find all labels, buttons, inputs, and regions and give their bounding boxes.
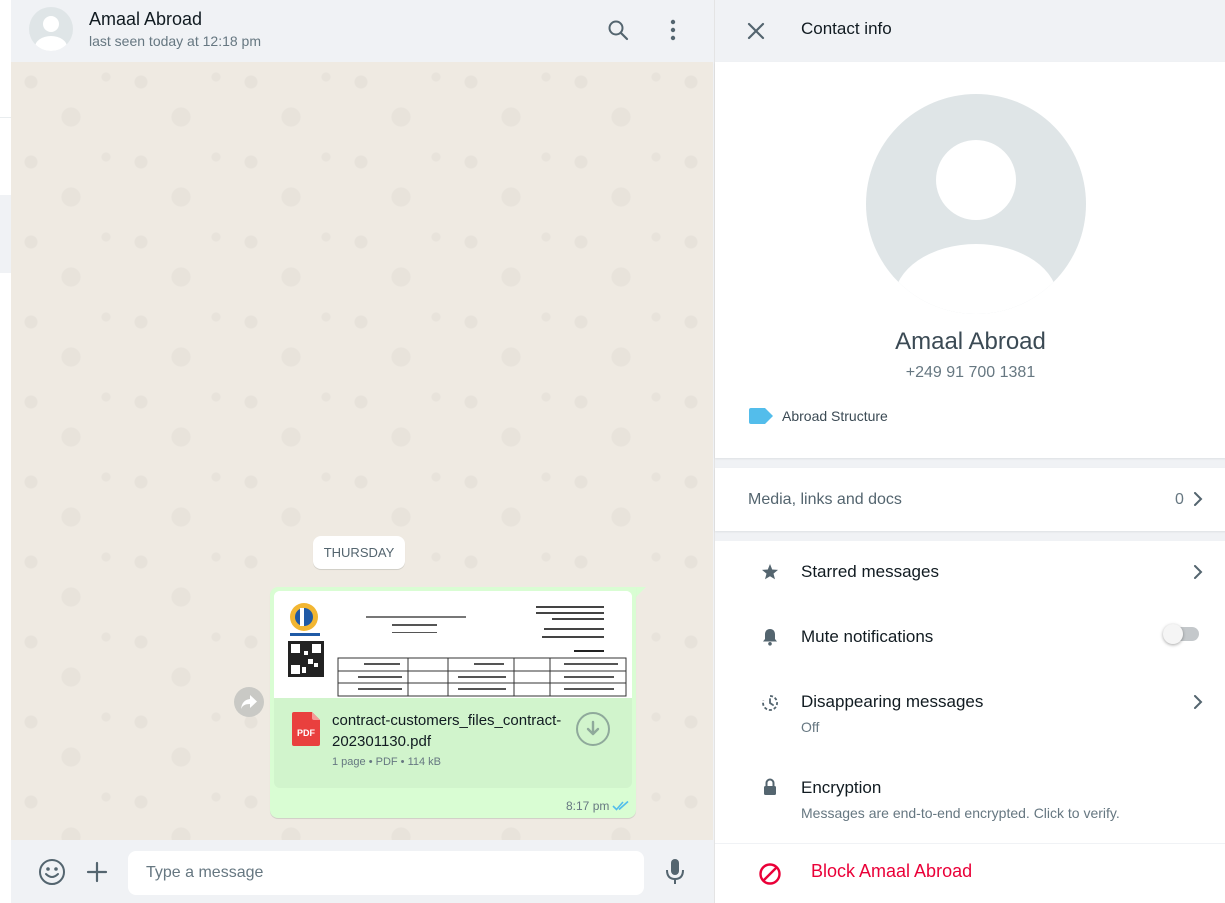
block-contact-label: Block Amaal Abroad	[811, 861, 973, 881]
encryption[interactable]: Encryption Messages are end-to-end encry…	[715, 766, 1225, 843]
date-divider: THURSDAY	[313, 536, 405, 569]
divider	[0, 117, 11, 118]
message-time: 8:17 pm	[566, 799, 610, 813]
search-button[interactable]	[604, 16, 632, 44]
media-count: 0	[1175, 491, 1184, 508]
download-button[interactable]	[576, 712, 610, 746]
contact-info-header: Contact info	[715, 0, 1225, 62]
profile-name: Amaal Abroad	[895, 328, 1046, 355]
file-meta: 1 page • PDF • 114 kB	[332, 756, 442, 768]
download-icon	[586, 720, 600, 736]
file-name[interactable]: contract-customers_files_contract-202301…	[332, 710, 568, 752]
encryption-description: Messages are end-to-end encrypted. Click…	[801, 805, 1120, 821]
media-label: Media, links and docs	[748, 491, 902, 508]
media-links-docs[interactable]: Media, links and docs 0	[715, 468, 1225, 531]
profile-photo[interactable]	[866, 94, 1086, 314]
selected-chat-edge[interactable]	[0, 195, 11, 273]
toggle-knob	[1163, 624, 1183, 644]
bell-icon	[760, 627, 780, 647]
starred-messages-label: Starred messages	[801, 562, 939, 581]
document-info[interactable]: PDF contract-customers_files_contract-20…	[274, 698, 632, 788]
mute-notifications-label: Mute notifications	[801, 627, 934, 646]
contact-info-pane: Contact info Amaal Abroad +249 91 700 13…	[714, 0, 1225, 903]
default-avatar-icon	[35, 16, 67, 51]
avatar[interactable]	[29, 7, 73, 51]
document-thumbnail	[274, 591, 632, 698]
block-contact-button[interactable]: Block Amaal Abroad	[715, 844, 1225, 903]
label-icon	[749, 408, 773, 424]
document-message[interactable]: PDF contract-customers_files_contract-20…	[270, 587, 636, 818]
plus-icon	[86, 861, 108, 883]
menu-button[interactable]	[659, 16, 687, 44]
mute-notifications[interactable]: Mute notifications	[715, 604, 1225, 670]
star-icon	[760, 562, 780, 582]
chat-header[interactable]: Amaal Abroad last seen today at 12:18 pm	[11, 0, 713, 63]
contact-info-title: Contact info	[801, 19, 892, 38]
pdf-icon: PDF	[292, 712, 320, 746]
profile-phone: +249 91 700 1381	[905, 364, 1036, 381]
timer-icon	[760, 693, 780, 713]
contact-label[interactable]: Abroad Structure	[749, 408, 888, 424]
menu-icon	[670, 19, 676, 41]
disappearing-messages[interactable]: Disappearing messages Off	[715, 682, 1225, 762]
forward-button[interactable]	[234, 687, 264, 717]
contact-label-text: Abroad Structure	[782, 408, 888, 424]
block-icon	[759, 863, 781, 885]
mic-icon	[666, 859, 684, 884]
search-icon	[608, 20, 629, 41]
pdf-icon-label: PDF	[297, 728, 316, 738]
starred-messages[interactable]: Starred messages	[715, 541, 1225, 604]
document-preview[interactable]	[274, 591, 632, 698]
lock-icon	[760, 777, 780, 797]
chat-contact-name[interactable]: Amaal Abroad	[89, 9, 202, 30]
mute-toggle[interactable]	[1163, 624, 1199, 644]
disappearing-messages-value: Off	[801, 719, 820, 735]
bubble-tail	[636, 587, 646, 597]
chat-options: Starred messages Mute notifications Disa…	[715, 541, 1225, 843]
close-icon	[747, 22, 765, 40]
chevron-right-icon	[1194, 565, 1203, 579]
message-input[interactable]	[128, 851, 644, 895]
profile-card: Amaal Abroad +249 91 700 1381 Abroad Str…	[715, 62, 1225, 458]
emoji-icon	[39, 859, 65, 885]
last-seen-status: last seen today at 12:18 pm	[89, 33, 261, 49]
chat-pane: Amaal Abroad last seen today at 12:18 pm…	[11, 0, 713, 903]
double-check-icon	[612, 800, 629, 811]
encryption-label: Encryption	[801, 778, 882, 797]
message-composer	[11, 840, 713, 903]
chevron-right-icon	[1194, 492, 1203, 506]
chevron-right-icon	[1194, 695, 1203, 709]
disappearing-messages-label: Disappearing messages	[801, 692, 984, 711]
voice-message-button[interactable]	[660, 857, 690, 887]
default-avatar-icon	[894, 140, 1058, 314]
attach-button[interactable]	[82, 857, 112, 887]
close-button[interactable]	[741, 16, 771, 46]
emoji-button[interactable]	[37, 857, 67, 887]
forward-icon	[241, 695, 257, 709]
